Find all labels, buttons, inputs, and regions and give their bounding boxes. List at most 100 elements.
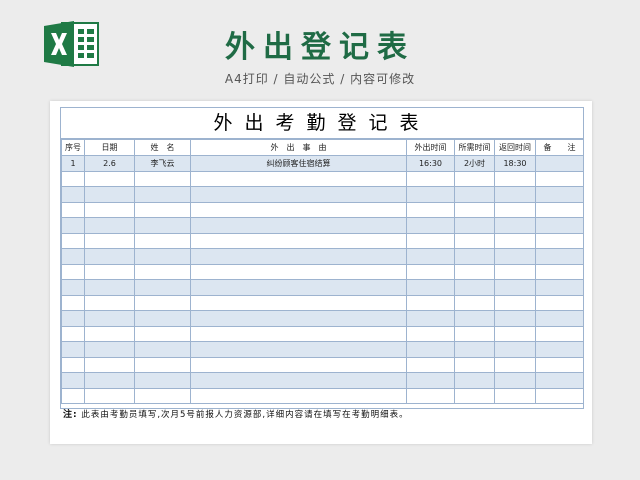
table-cell-reason[interactable] — [190, 263, 407, 280]
table-cell-return-time[interactable] — [494, 356, 536, 373]
table-cell-out-time[interactable] — [406, 263, 455, 280]
table-cell-name[interactable] — [134, 341, 191, 358]
table-cell-return-time[interactable] — [494, 294, 536, 311]
table-cell-duration[interactable] — [454, 217, 495, 234]
table-cell-return-time[interactable] — [494, 325, 536, 342]
table-cell-index[interactable] — [61, 201, 85, 218]
table-cell-out-time[interactable] — [406, 341, 455, 358]
table-cell-duration[interactable] — [454, 279, 495, 296]
table-cell-date[interactable] — [84, 186, 135, 203]
table-cell-reason[interactable] — [190, 170, 407, 187]
table-cell-remarks[interactable] — [535, 341, 584, 358]
table-cell-remarks[interactable] — [535, 155, 584, 172]
table-cell-return-time[interactable] — [494, 341, 536, 358]
table-cell-reason[interactable] — [190, 310, 407, 327]
table-cell-name[interactable] — [134, 356, 191, 373]
table-cell-remarks[interactable] — [535, 170, 584, 187]
table-cell-name[interactable] — [134, 217, 191, 234]
table-cell-return-time[interactable] — [494, 186, 536, 203]
table-cell-remarks[interactable] — [535, 325, 584, 342]
table-cell-remarks[interactable] — [535, 279, 584, 296]
table-cell-date[interactable] — [84, 294, 135, 311]
table-cell-name[interactable] — [134, 387, 191, 404]
table-cell-index[interactable] — [61, 341, 85, 358]
table-cell-duration[interactable]: 2小时 — [454, 155, 495, 172]
table-cell-index[interactable] — [61, 232, 85, 249]
table-cell-name[interactable] — [134, 310, 191, 327]
table-cell-date[interactable] — [84, 279, 135, 296]
table-cell-date[interactable] — [84, 387, 135, 404]
table-cell-return-time[interactable] — [494, 279, 536, 296]
table-cell-out-time[interactable] — [406, 294, 455, 311]
table-cell-index[interactable] — [61, 248, 85, 265]
table-cell-return-time[interactable] — [494, 170, 536, 187]
table-cell-reason[interactable] — [190, 217, 407, 234]
table-cell-return-time[interactable] — [494, 232, 536, 249]
table-cell-date[interactable] — [84, 325, 135, 342]
table-cell-out-time[interactable] — [406, 170, 455, 187]
table-cell-out-time[interactable] — [406, 356, 455, 373]
table-cell-date[interactable] — [84, 356, 135, 373]
table-cell-date[interactable] — [84, 341, 135, 358]
table-cell-remarks[interactable] — [535, 232, 584, 249]
table-cell-duration[interactable] — [454, 232, 495, 249]
table-cell-date[interactable] — [84, 170, 135, 187]
table-cell-remarks[interactable] — [535, 186, 584, 203]
table-cell-reason[interactable] — [190, 248, 407, 265]
table-cell-out-time[interactable] — [406, 217, 455, 234]
table-cell-remarks[interactable] — [535, 294, 584, 311]
table-cell-remarks[interactable] — [535, 372, 584, 389]
table-cell-return-time[interactable] — [494, 201, 536, 218]
table-cell-remarks[interactable] — [535, 263, 584, 280]
table-cell-name[interactable] — [134, 232, 191, 249]
table-cell-name[interactable] — [134, 279, 191, 296]
table-cell-out-time[interactable] — [406, 325, 455, 342]
table-cell-name[interactable] — [134, 294, 191, 311]
table-cell-date[interactable] — [84, 263, 135, 280]
table-cell-reason[interactable] — [190, 279, 407, 296]
table-cell-reason[interactable] — [190, 294, 407, 311]
table-cell-out-time[interactable] — [406, 310, 455, 327]
table-cell-out-time[interactable] — [406, 201, 455, 218]
table-cell-duration[interactable] — [454, 170, 495, 187]
table-cell-date[interactable] — [84, 217, 135, 234]
table-cell-duration[interactable] — [454, 341, 495, 358]
table-cell-name[interactable] — [134, 372, 191, 389]
table-cell-reason[interactable] — [190, 232, 407, 249]
table-cell-index[interactable] — [61, 294, 85, 311]
table-cell-return-time[interactable] — [494, 248, 536, 265]
table-cell-index[interactable] — [61, 356, 85, 373]
table-cell-out-time[interactable] — [406, 186, 455, 203]
table-cell-index[interactable] — [61, 263, 85, 280]
table-cell-date[interactable] — [84, 310, 135, 327]
table-cell-return-time[interactable]: 18:30 — [494, 155, 536, 172]
table-cell-return-time[interactable] — [494, 217, 536, 234]
table-cell-duration[interactable] — [454, 186, 495, 203]
table-cell-remarks[interactable] — [535, 356, 584, 373]
table-cell-remarks[interactable] — [535, 217, 584, 234]
table-cell-reason[interactable] — [190, 356, 407, 373]
table-cell-reason[interactable] — [190, 325, 407, 342]
table-cell-return-time[interactable] — [494, 387, 536, 404]
table-cell-duration[interactable] — [454, 248, 495, 265]
table-cell-reason[interactable] — [190, 387, 407, 404]
table-cell-duration[interactable] — [454, 356, 495, 373]
table-cell-return-time[interactable] — [494, 263, 536, 280]
table-cell-name[interactable] — [134, 325, 191, 342]
table-cell-duration[interactable] — [454, 310, 495, 327]
table-cell-duration[interactable] — [454, 201, 495, 218]
table-cell-reason[interactable] — [190, 186, 407, 203]
table-cell-duration[interactable] — [454, 294, 495, 311]
table-cell-name[interactable] — [134, 170, 191, 187]
table-cell-date[interactable] — [84, 248, 135, 265]
table-cell-reason[interactable]: 纠纷顾客住宿结算 — [190, 155, 407, 172]
table-cell-index[interactable] — [61, 372, 85, 389]
table-cell-duration[interactable] — [454, 387, 495, 404]
table-cell-index[interactable] — [61, 217, 85, 234]
table-cell-out-time[interactable]: 16:30 — [406, 155, 455, 172]
table-cell-remarks[interactable] — [535, 201, 584, 218]
table-cell-index[interactable] — [61, 325, 85, 342]
table-cell-return-time[interactable] — [494, 372, 536, 389]
table-cell-duration[interactable] — [454, 325, 495, 342]
table-cell-remarks[interactable] — [535, 387, 584, 404]
